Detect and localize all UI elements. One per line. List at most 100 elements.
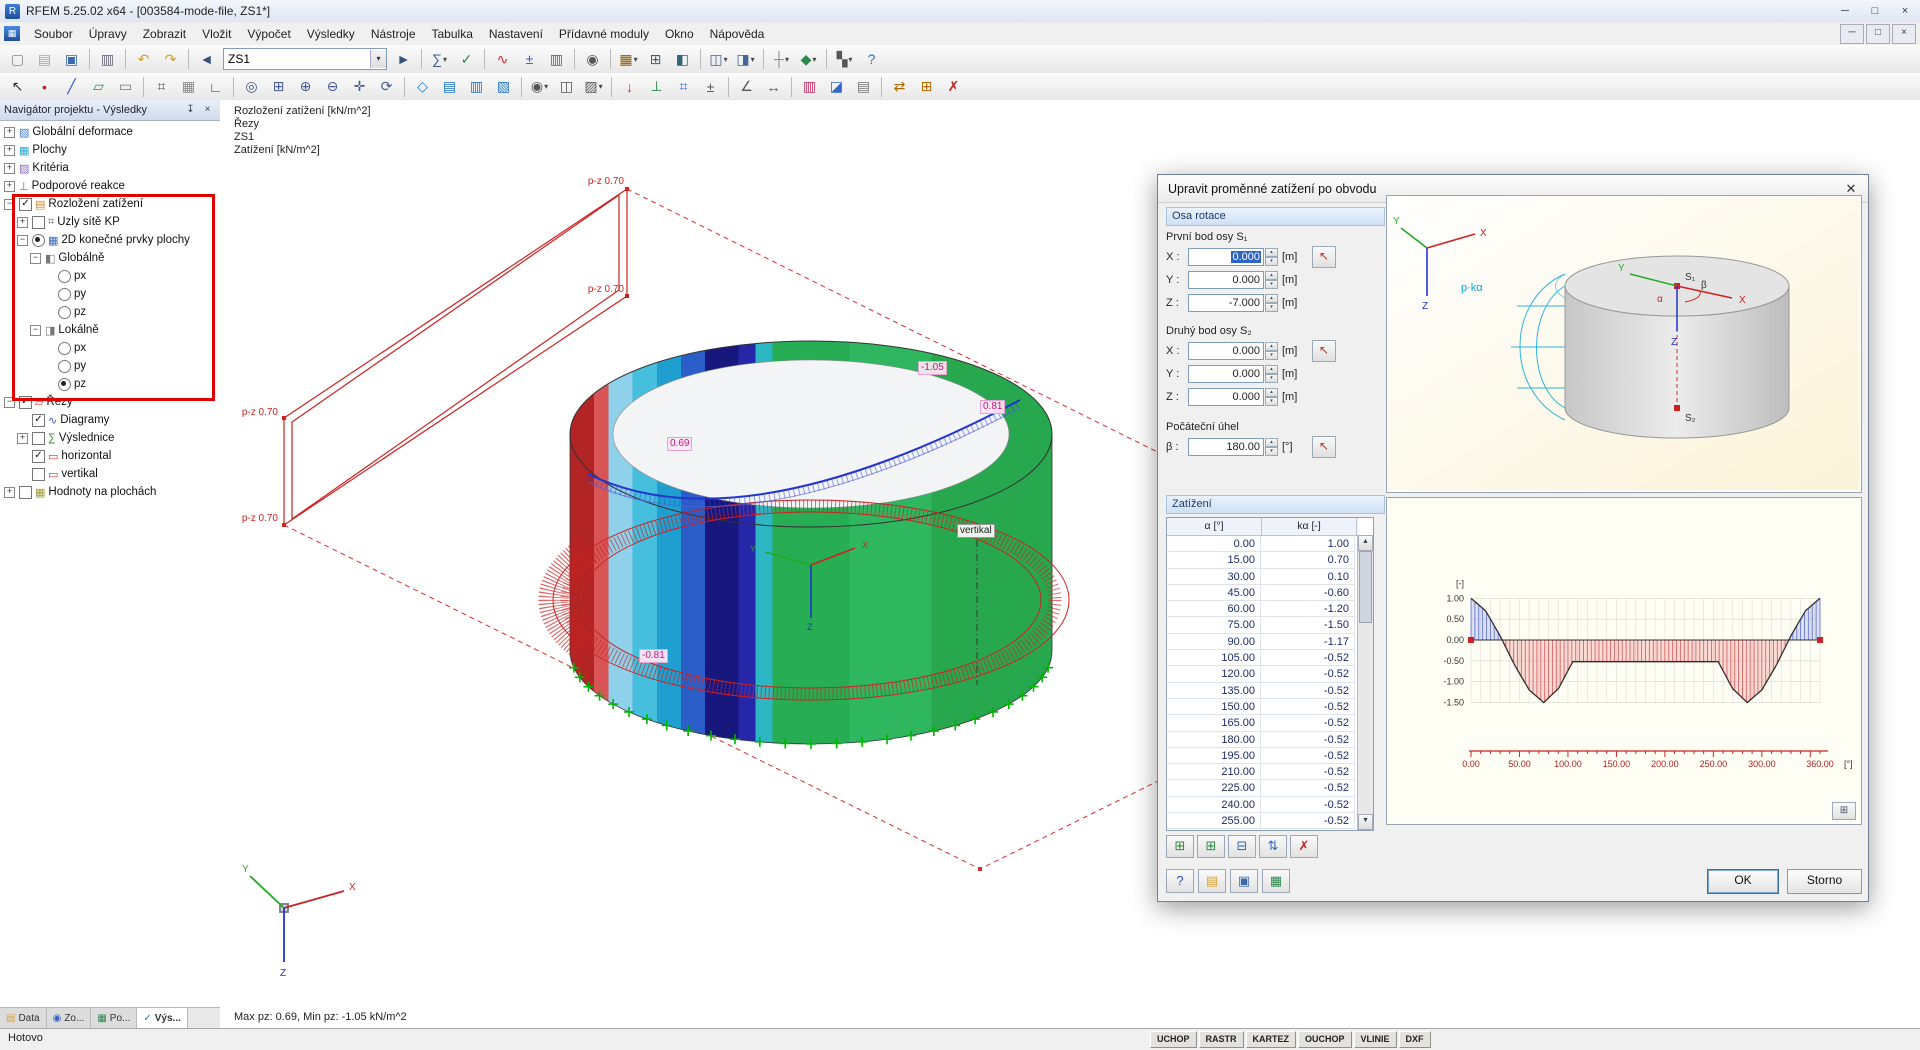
table-row[interactable]: 90.00 -1.17 (1167, 633, 1358, 651)
status-toggle-rastr[interactable]: RASTR (1198, 1031, 1244, 1048)
radio-button[interactable] (32, 233, 45, 247)
status-toggle-uchop[interactable]: UCHOP (1150, 1031, 1197, 1048)
display-values-button[interactable]: ± (698, 75, 723, 99)
tree-item-pz[interactable]: pz (0, 375, 220, 393)
table-move-row-button[interactable]: ⇅ (1259, 835, 1287, 858)
window-layout-button[interactable]: ◨ ▾ (733, 47, 758, 71)
scroll-down-icon[interactable]: ▼ (1358, 814, 1373, 830)
expander-icon[interactable]: − (17, 234, 28, 246)
display-supports-button[interactable]: ⊥ (644, 75, 669, 99)
render-mode-button[interactable]: ▨ ▾ (581, 75, 606, 99)
scrollbar-thumb[interactable] (1359, 551, 1372, 623)
radio-button[interactable] (58, 359, 71, 373)
coordinate-input[interactable]: 0.000 (1188, 248, 1264, 266)
table-row[interactable]: 240.00 -0.52 (1167, 796, 1358, 814)
menu-upravy[interactable]: Úpravy (81, 24, 135, 44)
menu-tabulka[interactable]: Tabulka (424, 24, 481, 44)
radio-button[interactable] (58, 341, 71, 355)
dialog-open-button[interactable]: ▤ (1198, 869, 1226, 893)
display-mesh-button[interactable]: ⌗ (671, 75, 696, 99)
cancel-button[interactable]: Storno (1787, 869, 1862, 894)
open-model-button[interactable]: ▤ (32, 47, 57, 71)
measure-angle-button[interactable]: ∠ (734, 75, 759, 99)
menu-vypocet[interactable]: Výpočet (239, 24, 298, 44)
tree-item-2d-konecne-prvky-plochy[interactable]: − ▦ 2D konečné prvky plochy (0, 231, 220, 249)
status-toggle-vlinie[interactable]: VLINIE (1353, 1031, 1397, 1048)
table-row[interactable]: 165.00 -0.52 (1167, 715, 1358, 732)
delete-results-button[interactable]: ✗ (941, 75, 966, 99)
tree-item-hodnoty-na-plochach[interactable]: + ▦ Hodnoty na plochách (0, 483, 220, 501)
checkbox[interactable]: ✓ (32, 413, 45, 427)
menu-napoveda[interactable]: Nápověda (702, 24, 773, 44)
view-isometric-button[interactable]: ◇ (410, 75, 435, 99)
show-results-button[interactable]: ∿ (490, 47, 515, 71)
table-row[interactable]: 15.00 0.70 (1167, 552, 1358, 569)
coordinate-input[interactable]: 0.000 (1188, 365, 1264, 383)
draw-surface-button[interactable]: ▱ (86, 75, 111, 99)
spinner[interactable]: ▴ ▾ (1265, 388, 1278, 406)
next-load-case-button[interactable]: ► (391, 47, 416, 71)
table-row[interactable]: 0.00 1.00 (1167, 536, 1358, 553)
print-graphic-button[interactable]: ▤ (851, 75, 876, 99)
table-row[interactable]: 150.00 -0.52 (1167, 698, 1358, 716)
tree-item-globalne[interactable]: − ◧ Globálně (0, 249, 220, 267)
tree-item-py[interactable]: py (0, 357, 220, 375)
table-row[interactable]: 195.00 -0.52 (1167, 747, 1358, 765)
expander-icon[interactable]: + (4, 144, 15, 156)
tree-item-pz[interactable]: pz (0, 303, 220, 321)
help-button[interactable]: ? (859, 47, 884, 71)
save-model-button[interactable]: ▣ (59, 47, 84, 71)
spinner[interactable]: ▴ ▾ (1265, 294, 1278, 312)
status-toggle-dxf[interactable]: DXF (1398, 1031, 1431, 1048)
spinner[interactable]: ▴ ▾ (1265, 248, 1278, 266)
table-row[interactable]: 75.00 -1.50 (1167, 617, 1358, 634)
dialog-save-button[interactable]: ▣ (1230, 869, 1258, 893)
chevron-down-icon[interactable]: ▾ (724, 55, 728, 64)
expander-icon[interactable]: − (4, 396, 15, 408)
move-copy-button[interactable]: ⇄ (887, 75, 912, 99)
checkbox[interactable]: ✓ (19, 395, 32, 409)
tree-item-horizontal[interactable]: ✓ ▭ horizontal (0, 447, 220, 465)
calculation-button[interactable]: ∑ ▾ (427, 47, 452, 71)
zoom-window-button[interactable]: ⊞ (266, 75, 291, 99)
menu-vlozit[interactable]: Vložit (194, 24, 239, 44)
expander-icon[interactable]: − (30, 324, 41, 336)
navigator-close-icon[interactable]: × (199, 102, 216, 118)
checkbox[interactable] (32, 431, 45, 445)
tables-toggle-button[interactable]: ⊞ (643, 47, 668, 71)
draw-opening-button[interactable]: ▭ (113, 75, 138, 99)
tree-item-rozlozeni-zatizeni[interactable]: − ✓ ▤ Rozložení zatížení (0, 195, 220, 213)
table-row[interactable]: 255.00 -0.52 (1167, 813, 1358, 830)
tree-item-kriteria[interactable]: + ▨ Kritéria (0, 159, 220, 177)
tree-item-vyslednice[interactable]: + ∑ Výslednice (0, 429, 220, 447)
dialog-help-button[interactable]: ? (1166, 869, 1194, 893)
menu-vysledky[interactable]: Výsledky (299, 24, 363, 44)
tree-item-diagramy[interactable]: ✓ ∿ Diagramy (0, 411, 220, 429)
navigator-toggle-button[interactable]: ◧ (670, 47, 695, 71)
table-add-row-button[interactable]: ⊞ (1166, 835, 1194, 858)
scroll-up-icon[interactable]: ▲ (1358, 535, 1373, 551)
tree-item-plochy[interactable]: + ▦ Plochy (0, 141, 220, 159)
menu-nastroje[interactable]: Nástroje (363, 24, 424, 44)
chevron-down-icon[interactable]: ▾ (443, 55, 447, 64)
rotate-view-button[interactable]: ⟳ (374, 75, 399, 99)
tree-item-px[interactable]: px (0, 339, 220, 357)
radio-button[interactable] (58, 305, 71, 319)
display-panels-button[interactable]: ▚ ▾ (832, 47, 857, 71)
checkbox[interactable] (32, 467, 45, 481)
navigator-tab-vys[interactable]: ✓ Výs... (137, 1008, 188, 1029)
checkbox[interactable]: ✓ (19, 197, 32, 211)
draw-node-button[interactable]: • (32, 75, 57, 99)
radio-button[interactable] (58, 377, 71, 391)
visibility-button[interactable]: ◉ ▾ (527, 75, 552, 99)
clipping-plane-button[interactable]: ◫ (554, 75, 579, 99)
snap-button[interactable]: ⌗ (149, 75, 174, 99)
zoom-all-button[interactable]: ◎ (239, 75, 264, 99)
navigator-tab-po[interactable]: ▦ Po... (91, 1008, 138, 1029)
menu-soubor[interactable]: Soubor (26, 24, 81, 44)
tree-item-globalni-deformace[interactable]: + ▧ Globální deformace (0, 123, 220, 141)
table-row[interactable]: 180.00 -0.52 (1167, 731, 1358, 748)
view-xz-button[interactable]: ▥ (464, 75, 489, 99)
table-insert-row-button[interactable]: ⊞ (1197, 835, 1225, 858)
coordinate-input[interactable]: 0.000 (1188, 342, 1264, 360)
